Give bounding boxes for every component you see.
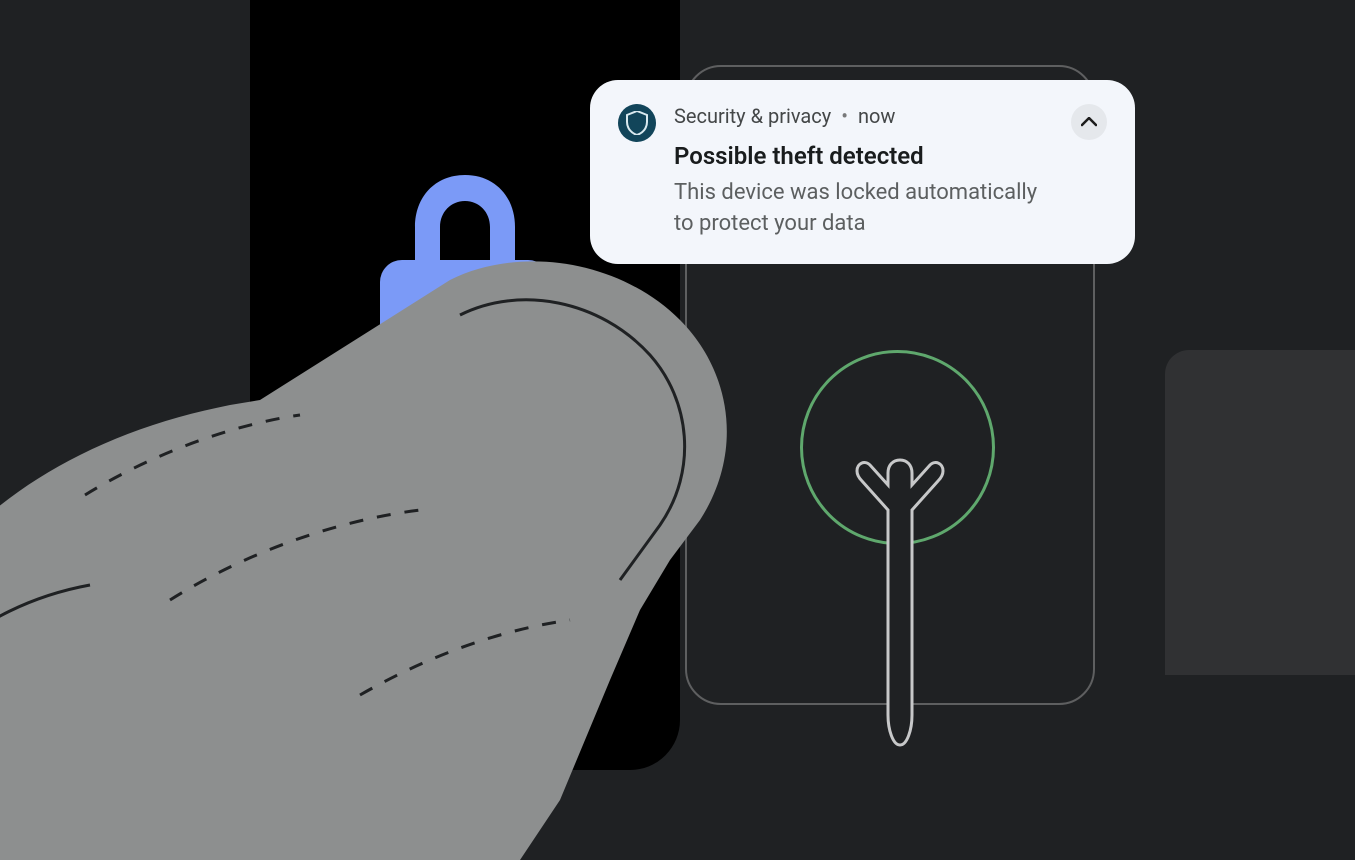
tree-trunk-icon [855,455,945,750]
notification-timestamp: now [858,104,895,128]
notification-app-name: Security & privacy [674,104,831,128]
notification-header: Security & privacy • now [674,104,1053,128]
notification-card[interactable]: Security & privacy • now Possible theft … [590,80,1135,264]
notification-body: This device was locked automatically to … [674,178,1053,240]
illustration-scene: Security & privacy • now Possible theft … [0,0,1355,762]
chevron-up-icon [1081,117,1097,127]
notification-separator: • [841,104,848,128]
background-box-right [1165,350,1355,675]
shield-icon [618,104,656,142]
notification-title: Possible theft detected [674,142,1053,170]
notification-content: Security & privacy • now Possible theft … [674,104,1053,240]
hand-holding-phone-icon [0,260,820,860]
collapse-button[interactable] [1071,104,1107,140]
